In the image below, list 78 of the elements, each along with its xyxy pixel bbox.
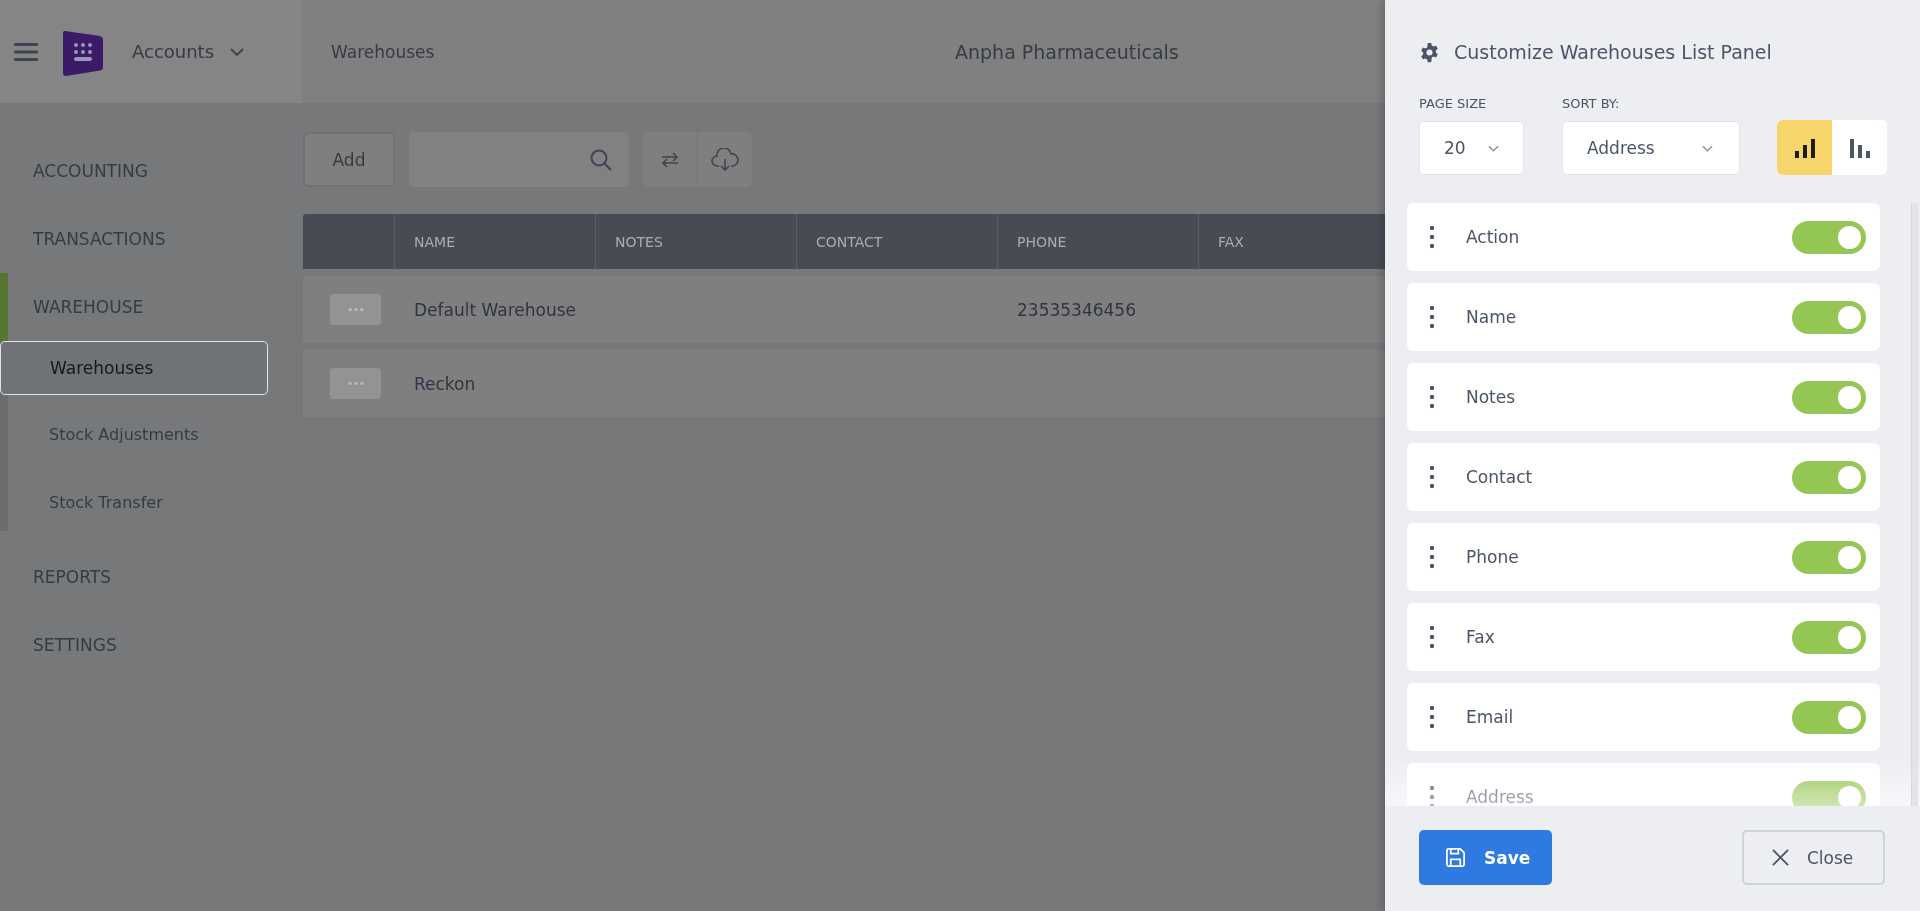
panel-title: Customize Warehouses List Panel xyxy=(1454,41,1772,63)
column-setting-row[interactable]: Address xyxy=(1407,763,1880,806)
toggle-switch[interactable] xyxy=(1792,620,1866,654)
toggle-switch[interactable] xyxy=(1792,380,1866,414)
nav-section[interactable]: SETTINGS xyxy=(0,611,303,679)
column-setting-row[interactable]: Contact xyxy=(1407,443,1880,511)
more-icon xyxy=(346,381,365,386)
ascending-bars-icon xyxy=(1793,137,1816,158)
close-button[interactable]: Close xyxy=(1742,830,1885,885)
row-actions-button[interactable] xyxy=(330,294,381,325)
nav-section-active[interactable]: WAREHOUSE xyxy=(0,273,303,341)
column-setting-row[interactable]: Email xyxy=(1407,683,1880,751)
column-setting-row[interactable]: Notes xyxy=(1407,363,1880,431)
column-header[interactable]: CONTACT xyxy=(816,233,883,250)
drag-handle-icon xyxy=(1429,385,1435,409)
column-name: Email xyxy=(1466,707,1515,727)
drag-handle-icon xyxy=(1429,465,1435,489)
column-setting-row[interactable]: Action xyxy=(1407,203,1880,271)
nav-item[interactable]: Warehouses xyxy=(0,341,268,395)
toggle-switch[interactable] xyxy=(1792,780,1866,806)
column-name: Contact xyxy=(1466,467,1534,487)
chevron-down-icon xyxy=(1702,144,1713,152)
drag-handle-icon xyxy=(1429,785,1435,806)
column-setting-row[interactable]: Phone xyxy=(1407,523,1880,591)
toggle-switch[interactable] xyxy=(1792,300,1866,334)
column-name: Phone xyxy=(1466,547,1520,567)
save-button[interactable]: Save xyxy=(1419,830,1552,885)
toggle-switch[interactable] xyxy=(1792,460,1866,494)
drag-handle-icon xyxy=(1429,705,1435,729)
menu-icon[interactable] xyxy=(14,41,38,62)
nav-section[interactable]: REPORTS xyxy=(0,543,303,611)
chevron-down-icon xyxy=(230,47,245,56)
close-icon xyxy=(1772,849,1789,866)
cloud-download-icon xyxy=(711,147,739,172)
drag-handle-icon xyxy=(1429,225,1435,249)
column-header[interactable]: NAME xyxy=(414,233,455,250)
table-row[interactable]: Reckon xyxy=(303,350,1385,417)
search-field[interactable] xyxy=(409,132,629,187)
search-icon xyxy=(589,147,613,172)
column-setting-row[interactable]: Name xyxy=(1407,283,1880,351)
sort-ascending-button[interactable] xyxy=(1777,120,1832,175)
row-actions-button[interactable] xyxy=(330,368,381,399)
app-switcher[interactable]: Accounts xyxy=(132,41,245,62)
nav-section[interactable]: ACCOUNTING xyxy=(0,137,303,205)
column-name: Action xyxy=(1466,227,1521,247)
column-name: Name xyxy=(1466,307,1518,327)
nav-item[interactable]: Stock Transfer xyxy=(0,475,268,531)
sort-by-label: SORT BY: xyxy=(1562,96,1621,111)
column-header[interactable]: PHONE xyxy=(1017,233,1067,250)
nav-item[interactable]: Stock Adjustments xyxy=(0,407,268,463)
chevron-down-icon xyxy=(1488,144,1499,152)
descending-bars-icon xyxy=(1848,137,1871,158)
toggle-switch[interactable] xyxy=(1792,540,1866,574)
column-header[interactable]: NOTES xyxy=(615,233,663,250)
column-name: Notes xyxy=(1466,387,1517,407)
scrollbar[interactable] xyxy=(1911,203,1918,806)
drag-handle-icon xyxy=(1429,625,1435,649)
add-button[interactable]: Add xyxy=(303,132,395,187)
table-cell: 23535346456 xyxy=(1017,299,1136,320)
table-cell: Reckon xyxy=(414,373,476,394)
column-name: Address xyxy=(1466,787,1535,806)
company-name: Anpha Pharmaceuticals xyxy=(955,40,1179,63)
toggle-switch[interactable] xyxy=(1792,220,1866,254)
drag-handle-icon xyxy=(1429,545,1435,569)
table-cell: Default Warehouse xyxy=(414,299,576,320)
page-size-select[interactable]: 20 xyxy=(1419,121,1524,175)
column-header[interactable]: FAX xyxy=(1218,233,1244,250)
breadcrumb[interactable]: Warehouses xyxy=(331,41,435,62)
column-setting-row[interactable]: Fax xyxy=(1407,603,1880,671)
more-icon xyxy=(346,307,365,312)
nav-section[interactable]: TRANSACTIONS xyxy=(0,205,303,273)
toggle-switch[interactable] xyxy=(1792,700,1866,734)
gear-icon xyxy=(1419,41,1440,63)
drag-handle-icon xyxy=(1429,305,1435,329)
table-row[interactable]: Default Warehouse 23535346456 xyxy=(303,276,1385,343)
sort-by-select[interactable]: Address xyxy=(1562,121,1740,175)
page-size-label: PAGE SIZE xyxy=(1419,96,1488,111)
column-name: Fax xyxy=(1466,627,1496,647)
